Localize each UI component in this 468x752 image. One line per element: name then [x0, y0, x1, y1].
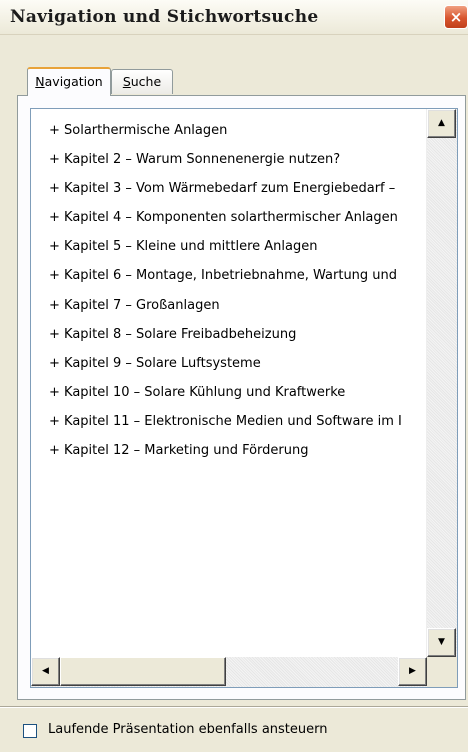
- tab-navigation[interactable]: Navigation: [27, 67, 111, 96]
- tree-item[interactable]: + Kapitel 9 – Solare Luftsysteme: [49, 354, 431, 383]
- presentation-checkbox[interactable]: [23, 724, 37, 738]
- scroll-left-icon[interactable]: ◀: [31, 657, 60, 686]
- tree-item[interactable]: + Kapitel 3 – Vom Wärmebedarf zum Energi…: [49, 179, 431, 208]
- scroll-right-icon[interactable]: ▶: [398, 657, 427, 686]
- tree-item[interactable]: + Kapitel 7 – Großanlagen: [49, 296, 431, 325]
- tree-item[interactable]: + Kapitel 11 – Elektronische Medien und …: [49, 412, 431, 441]
- tree-item[interactable]: + Kapitel 10 – Solare Kühlung und Kraftw…: [49, 383, 431, 412]
- tab-suche-label: uche: [130, 74, 162, 89]
- presentation-checkbox-label[interactable]: Laufende Präsentation ebenfalls ansteuer…: [48, 721, 328, 739]
- tree-items: + Solarthermische Anlagen + Kapitel 2 – …: [49, 121, 431, 470]
- window-title: Navigation und Stichwortsuche: [10, 7, 319, 27]
- tree-item[interactable]: + Kapitel 6 – Montage, Inbetriebnahme, W…: [49, 266, 431, 295]
- navigation-tree[interactable]: + Solarthermische Anlagen + Kapitel 2 – …: [30, 108, 458, 688]
- tab-navigation-accelerator: N: [35, 74, 45, 89]
- tab-suche[interactable]: Suche: [111, 69, 173, 94]
- tree-item[interactable]: + Kapitel 8 – Solare Freibadbeheizung: [49, 325, 431, 354]
- tree-item[interactable]: + Solarthermische Anlagen: [49, 121, 431, 150]
- horizontal-scrollbar[interactable]: ◀ ▶: [31, 657, 427, 687]
- tree-item[interactable]: + Kapitel 5 – Kleine und mittlere Anlage…: [49, 237, 431, 266]
- scrollbar-corner: [427, 657, 457, 687]
- tab-suche-accelerator: S: [122, 74, 131, 89]
- tab-navigation-label: avigation: [44, 74, 103, 89]
- vertical-scrollbar[interactable]: ▲ ▼: [426, 109, 457, 657]
- tree-item[interactable]: + Kapitel 12 – Marketing und Förderung: [49, 441, 431, 470]
- title-bar[interactable]: Navigation und Stichwortsuche ×: [0, 0, 468, 35]
- tree-item[interactable]: + Kapitel 4 – Komponenten solarthermisch…: [49, 208, 431, 237]
- close-icon[interactable]: ×: [444, 5, 468, 29]
- footer-divider: [0, 706, 468, 708]
- horizontal-scroll-thumb[interactable]: [60, 657, 226, 686]
- scroll-down-icon[interactable]: ▼: [427, 628, 456, 657]
- scroll-up-icon[interactable]: ▲: [427, 109, 456, 138]
- tree-item[interactable]: + Kapitel 2 – Warum Sonnenenergie nutzen…: [49, 150, 431, 179]
